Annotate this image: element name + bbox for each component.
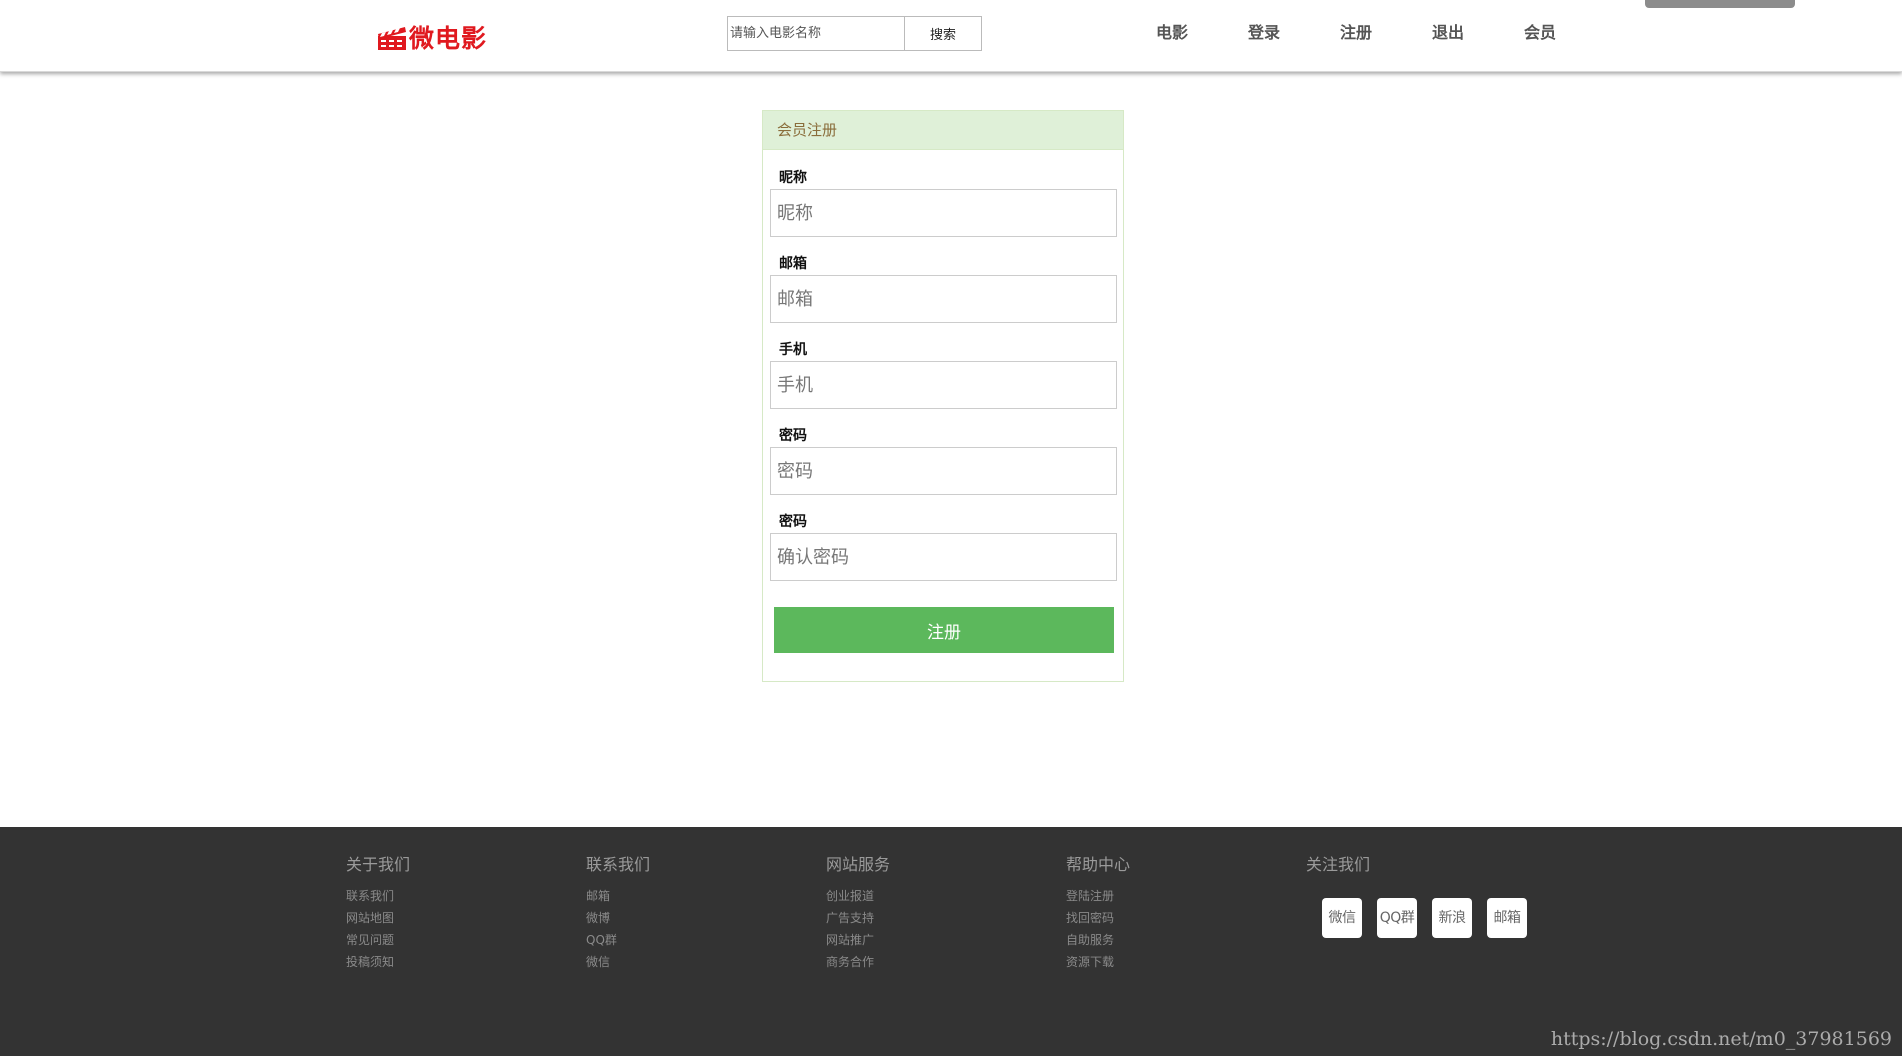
footer-link[interactable]: 常见问题 xyxy=(346,929,410,951)
footer-col-contact: 联系我们 邮箱 微博 QQ群 微信 xyxy=(586,851,650,973)
footer-link[interactable]: 网站地图 xyxy=(346,907,410,929)
footer-link[interactable]: 微信 xyxy=(586,951,650,973)
clapperboard-icon xyxy=(378,27,406,50)
footer-link[interactable]: 自助服务 xyxy=(1066,929,1130,951)
register-panel: 会员注册 昵称 邮箱 手机 密码 密码 注册 xyxy=(762,110,1124,682)
footer-link[interactable]: 商务合作 xyxy=(826,951,890,973)
nav-login[interactable]: 登录 xyxy=(1248,19,1280,43)
password-input[interactable] xyxy=(770,447,1117,495)
qq-group-button[interactable]: QQ群 xyxy=(1377,898,1417,938)
footer-col-services: 网站服务 创业报道 广告支持 网站推广 商务合作 xyxy=(826,851,890,973)
footer-link[interactable]: 微博 xyxy=(586,907,650,929)
footer-link[interactable]: 投稿须知 xyxy=(346,951,410,973)
nav-member[interactable]: 会员 xyxy=(1524,19,1556,43)
wechat-button[interactable]: 微信 xyxy=(1322,898,1362,938)
site-logo[interactable]: 微电影 xyxy=(377,20,487,54)
nav-logout[interactable]: 退出 xyxy=(1432,19,1464,43)
footer-link[interactable]: QQ群 xyxy=(586,929,650,951)
footer-col-title: 关于我们 xyxy=(346,855,411,874)
footer-col-title: 网站服务 xyxy=(826,855,891,874)
top-scroll-tab xyxy=(1645,0,1795,8)
footer-link[interactable]: 邮箱 xyxy=(586,885,650,907)
nickname-label: 昵称 xyxy=(779,170,807,186)
blog-watermark: https://blog.csdn.net/m0_37981569 xyxy=(1550,1028,1892,1050)
footer-link[interactable]: 资源下载 xyxy=(1066,951,1130,973)
email-label: 邮箱 xyxy=(779,256,807,272)
nickname-input[interactable] xyxy=(770,189,1117,237)
mail-button[interactable]: 邮箱 xyxy=(1487,898,1527,938)
search-button[interactable]: 搜索 xyxy=(904,16,982,51)
nav-movies[interactable]: 电影 xyxy=(1156,19,1188,43)
sina-button[interactable]: 新浪 xyxy=(1432,898,1472,938)
footer-col-about: 关于我们 联系我们 网站地图 常见问题 投稿须知 xyxy=(346,851,410,973)
footer-link[interactable]: 找回密码 xyxy=(1066,907,1130,929)
email-input[interactable] xyxy=(770,275,1117,323)
movie-search-input[interactable] xyxy=(727,16,904,51)
nav-register[interactable]: 注册 xyxy=(1340,19,1372,43)
top-navbar: 微电影 搜索 电影 登录 注册 退出 会员 xyxy=(0,0,1902,72)
phone-label: 手机 xyxy=(779,342,807,358)
logo-text: 微电影 xyxy=(409,24,488,53)
footer-link[interactable]: 登陆注册 xyxy=(1066,885,1130,907)
password-label: 密码 xyxy=(779,428,807,444)
footer-col-title: 联系我们 xyxy=(586,855,651,874)
site-footer: 关于我们 联系我们 网站地图 常见问题 投稿须知 联系我们 邮箱 微博 QQ群 … xyxy=(0,827,1902,1056)
footer-link[interactable]: 网站推广 xyxy=(826,929,890,951)
footer-col-follow: 关注我们 xyxy=(1306,851,1370,885)
confirm-password-label: 密码 xyxy=(779,514,807,530)
footer-col-title: 帮助中心 xyxy=(1066,855,1131,874)
register-submit-button[interactable]: 注册 xyxy=(774,607,1114,653)
confirm-password-input[interactable] xyxy=(770,533,1117,581)
footer-col-help: 帮助中心 登陆注册 找回密码 自助服务 资源下载 xyxy=(1066,851,1130,973)
follow-us-title: 关注我们 xyxy=(1306,855,1371,874)
phone-input[interactable] xyxy=(770,361,1117,409)
panel-title: 会员注册 xyxy=(763,111,1123,150)
footer-link[interactable]: 联系我们 xyxy=(346,885,410,907)
footer-link[interactable]: 广告支持 xyxy=(826,907,890,929)
footer-link[interactable]: 创业报道 xyxy=(826,885,890,907)
